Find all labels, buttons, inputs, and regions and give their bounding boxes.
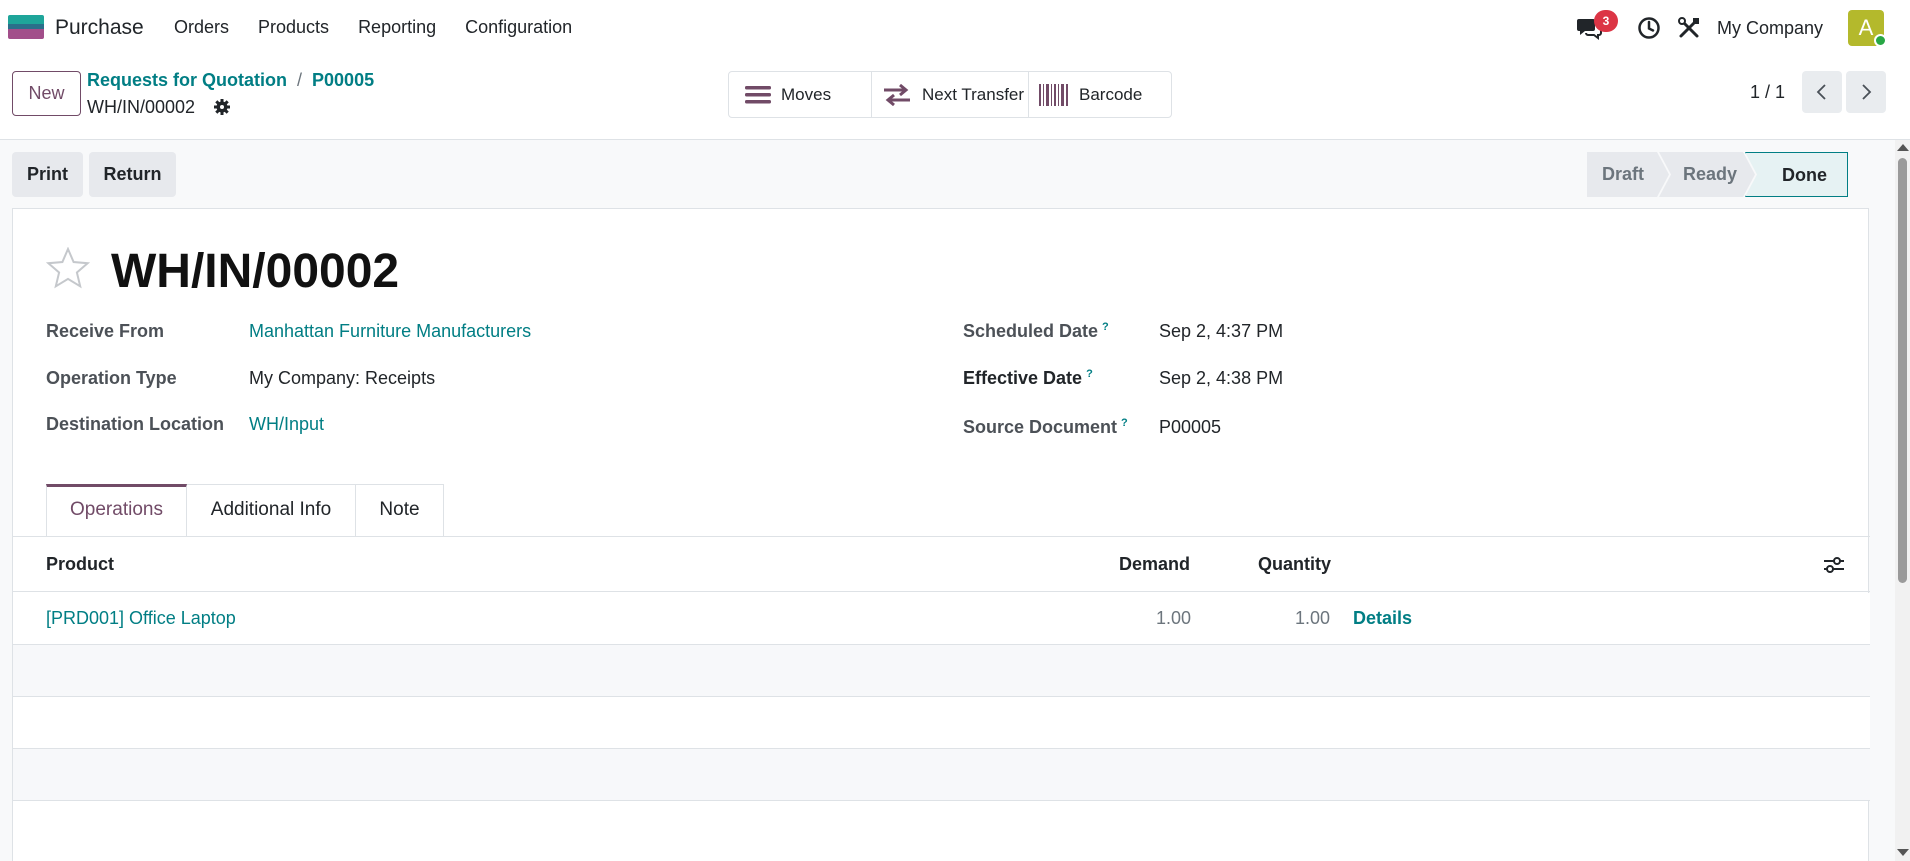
online-status-dot [1874, 34, 1887, 47]
favorite-star-icon[interactable] [46, 247, 90, 289]
column-product[interactable]: Product [46, 554, 114, 575]
menu-orders[interactable]: Orders [174, 17, 229, 38]
form-sheet: WH/IN/00002 Receive From Manhattan Furni… [12, 208, 1870, 861]
record-name: WH/IN/00002 [87, 97, 196, 117]
menu-configuration[interactable]: Configuration [465, 17, 572, 38]
new-button[interactable]: New [12, 71, 81, 116]
barcode-label: Barcode [1079, 84, 1143, 104]
effective-date-field[interactable]: Sep 2, 4:38 PM [1159, 368, 1283, 389]
main-menu: Orders Products Reporting Configuration [174, 17, 601, 38]
next-transfer-button[interactable]: Next Transfer [872, 72, 1029, 117]
stage-ready[interactable]: Ready [1659, 152, 1755, 197]
breadcrumb-order[interactable]: P00005 [312, 70, 374, 90]
source-document-field[interactable]: P00005 [1159, 417, 1221, 438]
optional-columns-icon[interactable] [1823, 555, 1845, 575]
scheduled-date-field[interactable]: Sep 2, 4:37 PM [1159, 321, 1283, 342]
row-quantity[interactable]: 1.00 [1295, 608, 1330, 629]
messages-count-badge: 3 [1594, 10, 1618, 32]
pager-next-button[interactable] [1846, 71, 1886, 113]
row-demand: 1.00 [1156, 608, 1192, 628]
row-product[interactable]: [PRD001] Office Laptop [46, 608, 236, 629]
chevron-right-icon [1862, 84, 1872, 100]
activity-clock-icon[interactable] [1637, 16, 1661, 40]
stage-draft[interactable]: Draft [1587, 152, 1669, 197]
help-tooltip-icon[interactable]: ? [1102, 321, 1109, 333]
source-document-label: Source Document? [963, 417, 1128, 437]
operation-type-field[interactable]: My Company: Receipts [249, 368, 435, 389]
help-tooltip-icon[interactable]: ? [1121, 417, 1128, 429]
menu-products[interactable]: Products [258, 17, 329, 38]
list-icon [745, 85, 771, 103]
receive-from-field[interactable]: Manhattan Furniture Manufacturers [249, 321, 531, 342]
barcode-button[interactable]: Barcode [1029, 72, 1171, 117]
destination-location-label: Destination Location [46, 414, 225, 434]
control-panel: New Requests for Quotation / P00005 WH/IN/… [0, 57, 1910, 140]
operation-type-label: Operation Type [46, 368, 177, 388]
top-navbar: Purchase Orders Products Reporting Confi… [0, 0, 1910, 57]
moves-button[interactable]: Moves [729, 72, 872, 117]
company-switcher[interactable]: My Company [1717, 18, 1823, 39]
scroll-up-arrow-icon[interactable] [1897, 144, 1909, 151]
print-button[interactable]: Print [12, 152, 83, 197]
scheduled-date-label: Scheduled Date? [963, 321, 1109, 341]
table-row-empty [13, 645, 1870, 697]
gear-icon[interactable] [213, 98, 231, 116]
receive-from-label: Receive From [46, 321, 165, 341]
column-quantity[interactable]: Quantity [1258, 554, 1331, 575]
table-row-empty [13, 697, 1870, 749]
destination-location-field[interactable]: WH/Input [249, 414, 324, 435]
notebook-tabs: Operations Additional Info Note [46, 484, 444, 536]
pager-previous-button[interactable] [1802, 71, 1842, 113]
scroll-down-arrow-icon[interactable] [1897, 849, 1909, 856]
barcode-icon [1039, 83, 1068, 106]
next-transfer-label: Next Transfer [922, 84, 1025, 104]
page-scrollbar[interactable] [1895, 140, 1910, 861]
table-row[interactable]: [PRD001] Office Laptop 1.00 1.00 Details [13, 593, 1870, 645]
column-demand[interactable]: Demand [1119, 554, 1190, 575]
effective-date-label: Effective Date? [963, 368, 1093, 388]
help-tooltip-icon[interactable]: ? [1086, 368, 1093, 380]
scrollbar-thumb[interactable] [1898, 158, 1907, 583]
stage-done[interactable]: Done [1745, 152, 1848, 197]
pager-value[interactable]: 1 / 1 [1750, 82, 1785, 103]
operations-table-header: Product Demand Quantity [13, 537, 1870, 592]
smart-buttons: Moves Next Transfer Barcode [728, 71, 1172, 118]
moves-label: Moves [781, 84, 832, 104]
tab-note[interactable]: Note [356, 484, 444, 536]
chevron-left-icon [1816, 84, 1826, 100]
tab-operations[interactable]: Operations [46, 484, 187, 536]
table-row-empty [13, 749, 1870, 801]
debug-tools-icon[interactable] [1677, 16, 1701, 40]
transfer-arrows-icon [884, 83, 910, 106]
app-name[interactable]: Purchase [55, 16, 144, 40]
breadcrumb-rfq[interactable]: Requests for Quotation [87, 70, 287, 90]
status-bar: Draft Ready Done [1587, 152, 1848, 197]
details-button[interactable]: Details [1353, 608, 1412, 629]
form-view: Print Return Draft Ready Done WH/IN/0000… [0, 140, 1895, 861]
breadcrumb: Requests for Quotation / P00005 [87, 70, 375, 90]
app-menu-icon[interactable] [8, 15, 44, 39]
return-button[interactable]: Return [89, 152, 176, 197]
tab-additional-info[interactable]: Additional Info [187, 484, 356, 536]
record-title: WH/IN/00002 [111, 245, 400, 298]
menu-reporting[interactable]: Reporting [358, 17, 436, 38]
